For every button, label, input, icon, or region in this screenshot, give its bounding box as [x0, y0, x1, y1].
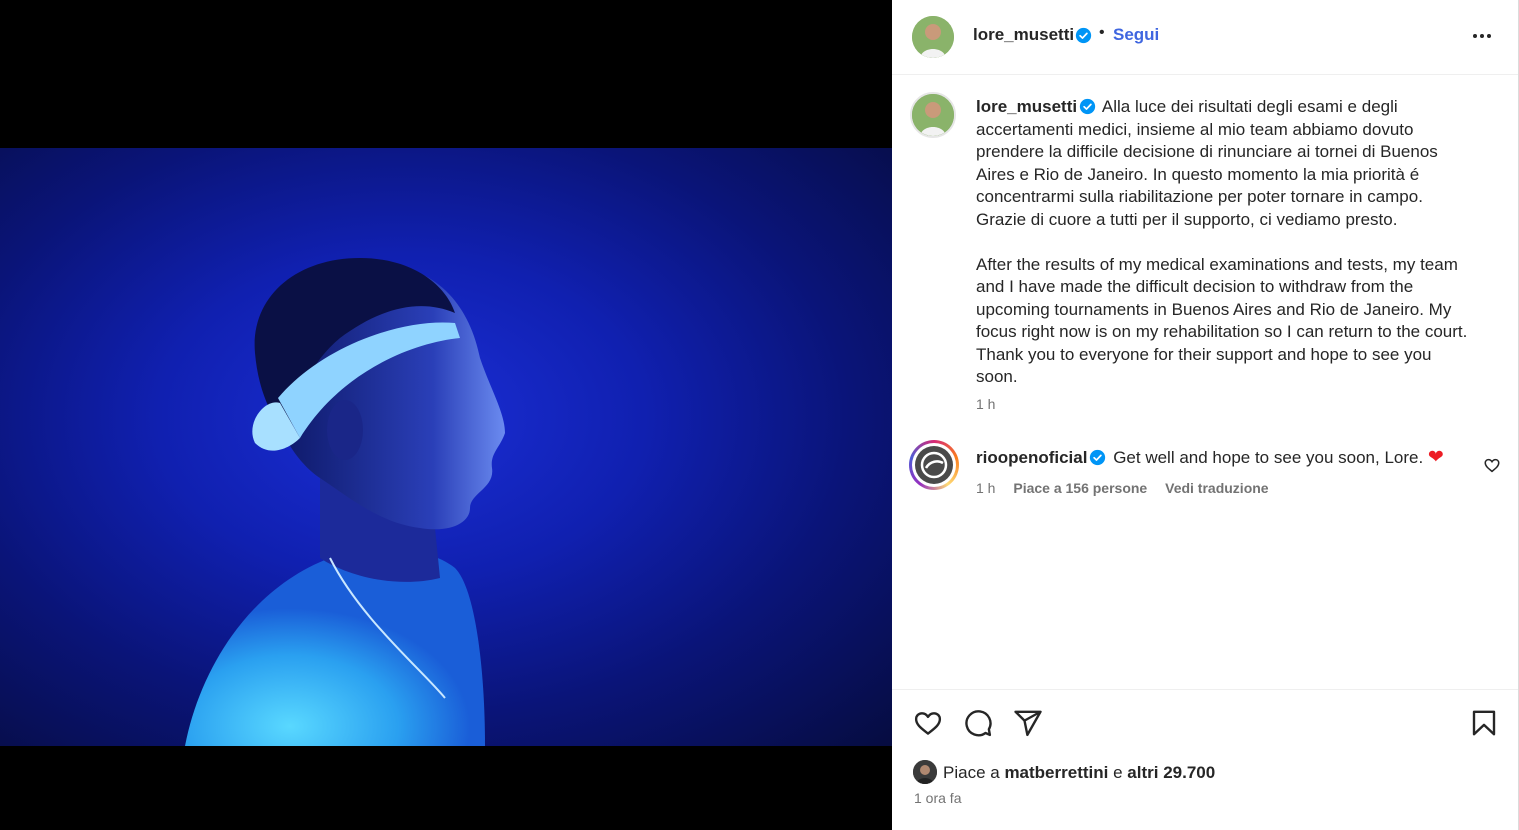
caption-english: After the results of my medical examinat… — [976, 254, 1468, 387]
posted-time[interactable]: 1 ora fa — [914, 790, 961, 806]
comment-time[interactable]: 1 h — [976, 480, 995, 496]
liked-by-user[interactable]: matberrettini — [1004, 763, 1108, 782]
share-icon[interactable] — [1013, 708, 1043, 738]
comment-likes[interactable]: Piace a 156 persone — [1013, 480, 1147, 496]
likes-others[interactable]: altri 29.700 — [1127, 763, 1215, 782]
author-avatar[interactable] — [912, 16, 954, 58]
commenter-avatar[interactable] — [909, 440, 959, 490]
post-media — [0, 0, 892, 830]
post-header: lore_musetti • Segui — [892, 0, 1518, 75]
tennis-player-illustration — [185, 258, 505, 746]
comment-meta: 1 h Piace a 156 persone Vedi traduzione — [976, 480, 1283, 496]
verified-icon — [1090, 449, 1106, 466]
caption-time[interactable]: 1 h — [976, 396, 995, 412]
comment-like-heart-icon[interactable] — [1483, 456, 1501, 474]
verified-icon — [1079, 98, 1096, 115]
rio-open-logo-icon — [920, 451, 948, 479]
more-icon[interactable] — [1470, 24, 1494, 48]
liker-avatar[interactable] — [913, 760, 937, 784]
bookmark-icon[interactable] — [1469, 708, 1499, 738]
comment-text-row: rioopenoficial Get well and hope to see … — [976, 446, 1444, 469]
separator-dot: • — [1099, 24, 1105, 41]
caption-username[interactable]: lore_musetti — [976, 97, 1077, 116]
likes-summary: Piace a matberrettini e altri 29.700 — [913, 760, 1215, 784]
post-photo[interactable] — [0, 148, 892, 746]
caption-text: lore_musetti Alla luce dei risultati deg… — [976, 96, 1476, 389]
translate-button[interactable]: Vedi traduzione — [1165, 480, 1268, 496]
likes-middle: e — [1113, 763, 1123, 782]
caption-italian: Alla luce dei risultati degli esami e de… — [976, 97, 1438, 229]
comment-icon[interactable] — [963, 708, 993, 738]
follow-button[interactable]: Segui — [1113, 25, 1159, 45]
comment-username[interactable]: rioopenoficial — [976, 448, 1087, 467]
red-heart-emoji-icon: ❤ — [1427, 447, 1444, 468]
post-panel: lore_musetti • Segui lore_musetti Alla l… — [892, 0, 1519, 830]
author-username[interactable]: lore_musetti — [973, 25, 1074, 45]
comment-text: Get well and hope to see you soon, Lore. — [1113, 448, 1424, 467]
caption-avatar[interactable] — [910, 92, 956, 138]
verified-icon — [1075, 27, 1092, 44]
post-actions: Piace a matberrettini e altri 29.700 1 o… — [892, 689, 1518, 830]
likes-prefix: Piace a — [943, 763, 1000, 782]
heart-icon[interactable] — [913, 708, 943, 738]
